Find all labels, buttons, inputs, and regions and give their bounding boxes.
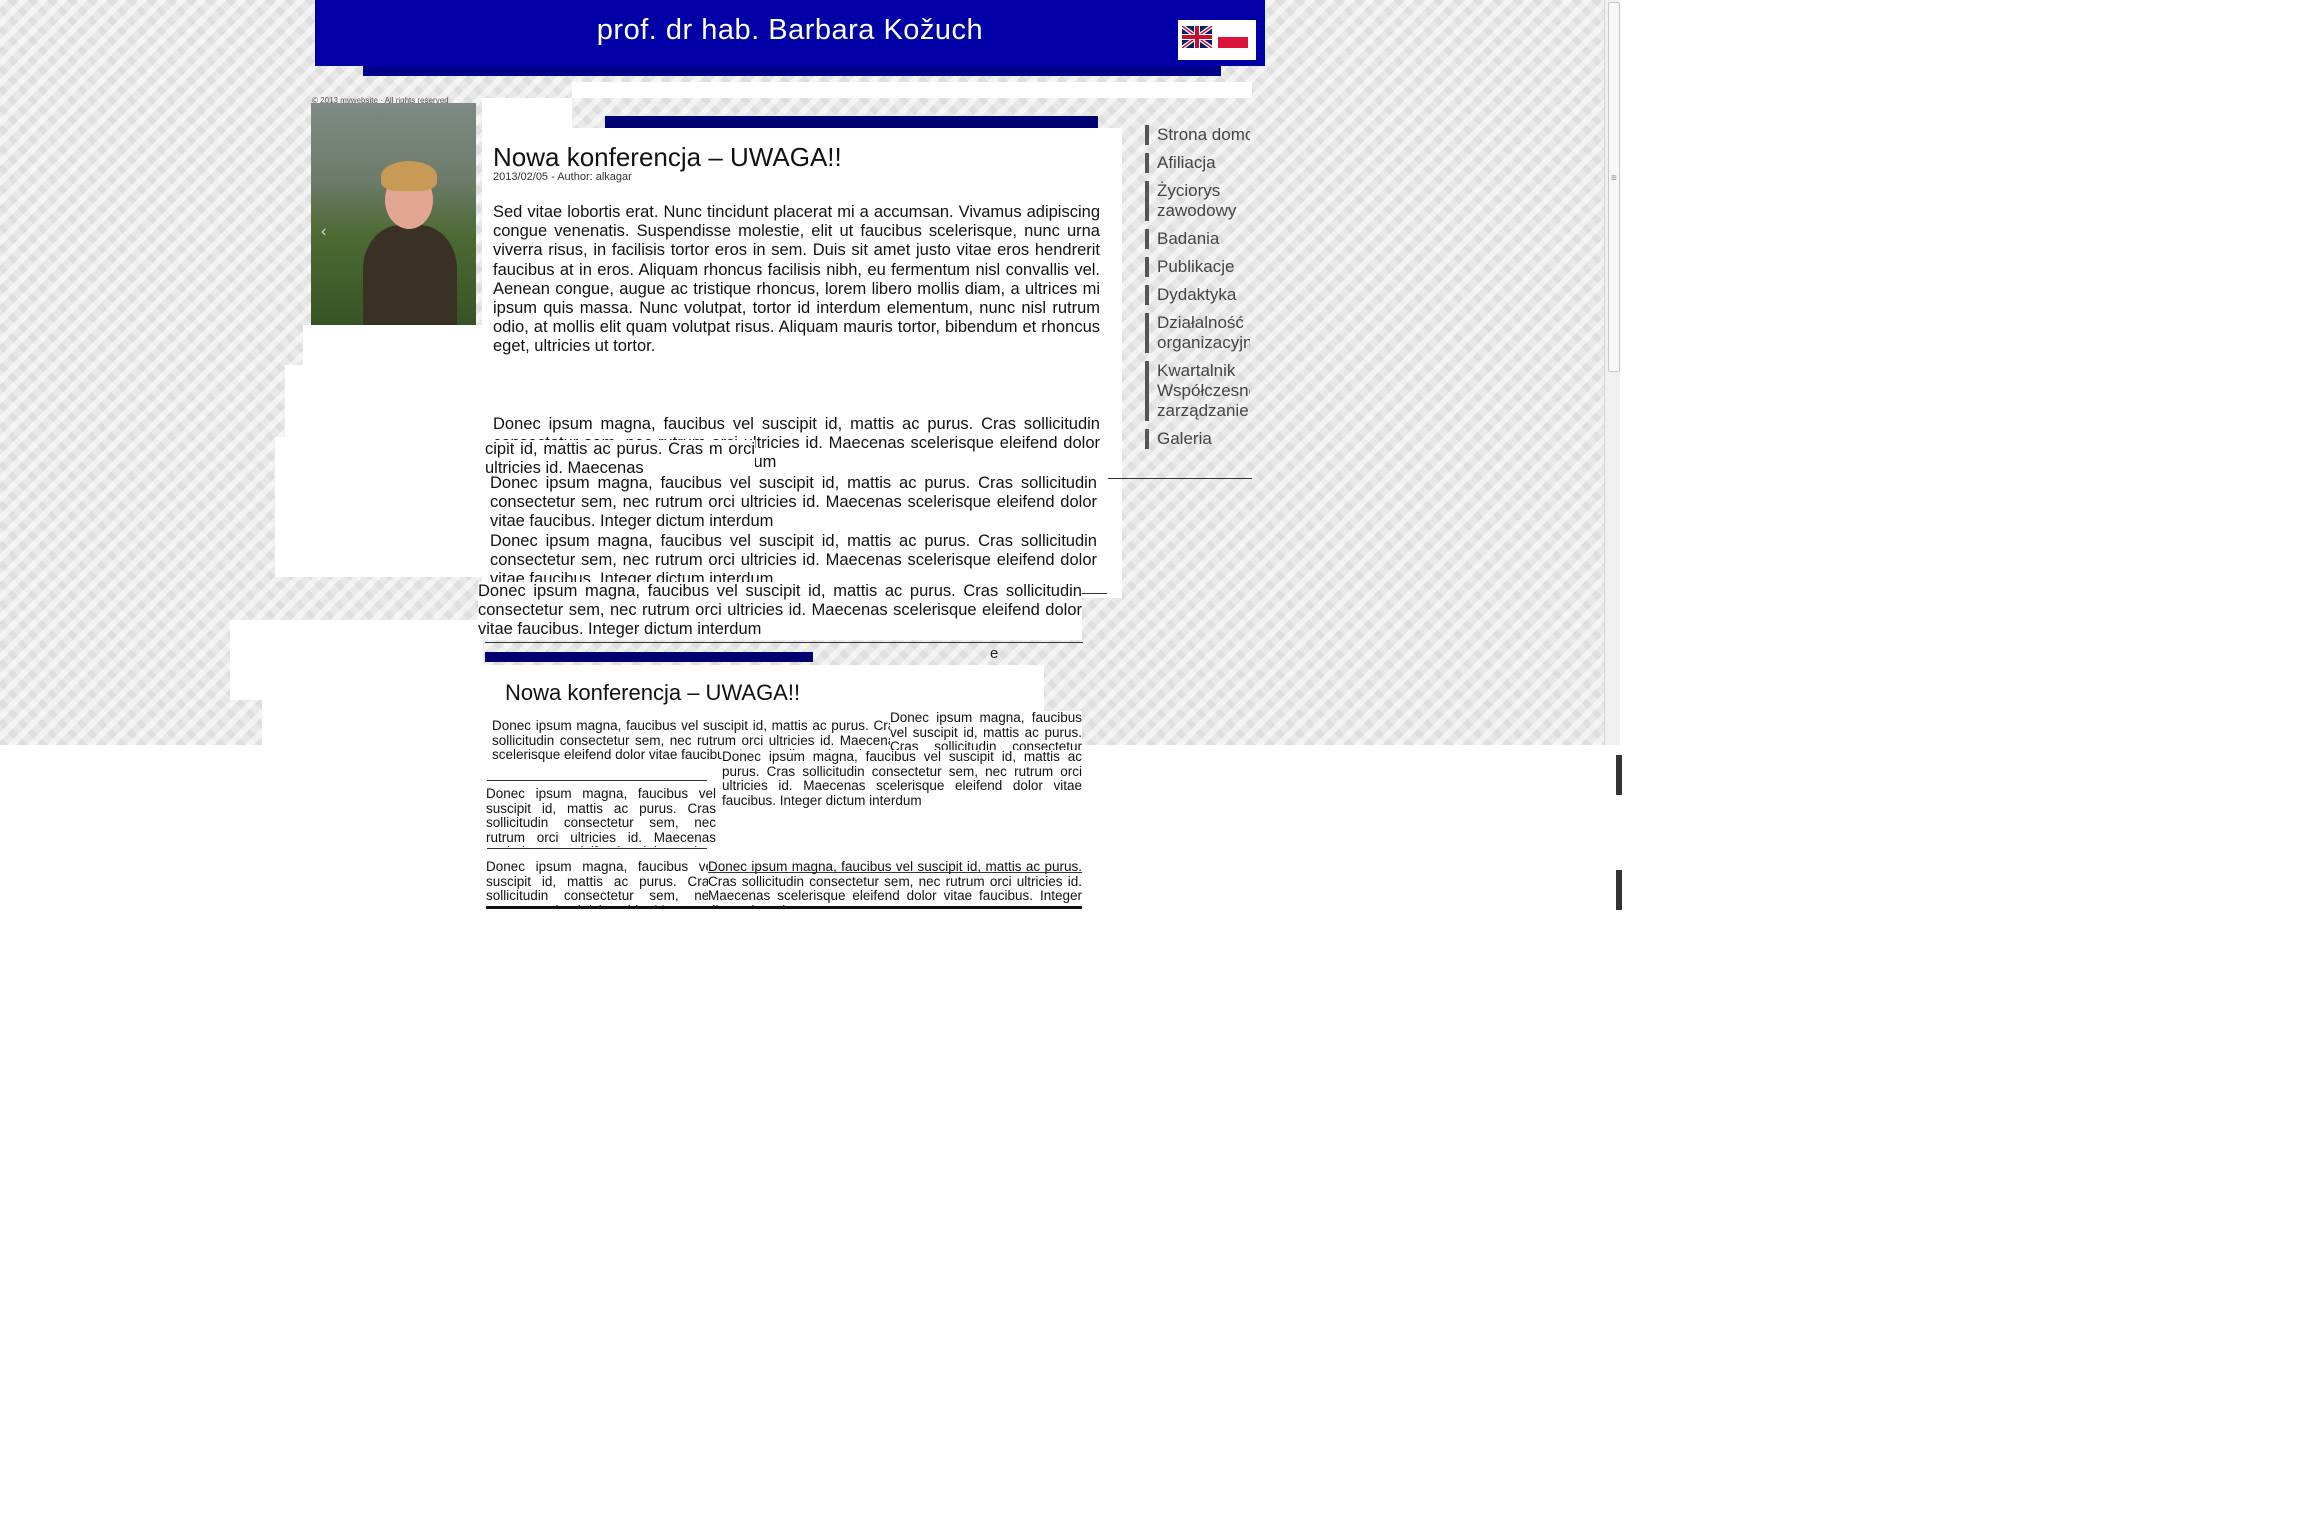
menu-item-organizational[interactable]: Działalność organizacyjna [1145,313,1250,353]
polish-flag-icon[interactable] [1218,26,1248,48]
glitch-strip [303,325,483,365]
english-flag-icon[interactable] [1180,24,1214,50]
copy-paragraph: Donec ipsum magna, faucibus vel suscipit… [486,787,716,847]
stray-text: e [990,645,999,662]
glitch-strip [275,437,483,577]
language-switcher [1178,20,1256,60]
copy-divider [487,848,707,849]
content-bottom-bar [485,652,813,662]
copy-post-title[interactable]: Nowa konferencja – UWAGA!! [505,680,800,706]
copy-paragraph: Donec ipsum magna, faucibus vel suscipit… [890,711,1082,751]
glitch-strip [230,620,483,700]
menu-item-cv[interactable]: Życiorys zawodowy [1145,181,1250,221]
menu-item-publications[interactable]: Publikacje [1145,257,1250,277]
content-top-bar [605,116,1098,128]
post-paragraph-repeat: Donec ipsum magna, faucibus vel suscipit… [490,474,1097,532]
post-paragraph-repeat: Donec ipsum magna, faucibus vel suscipit… [478,582,1082,640]
browser-viewport: prof. dr hab. Barbara Kožuch © 2013 mywe… [0,0,1620,745]
glitch-strip [285,365,483,437]
menu-item-home[interactable]: Strona domowa [1145,125,1250,145]
menu-divider [1108,478,1252,479]
glitch-strip [262,700,483,745]
grip-icon: ≡ [1611,173,1617,184]
chevron-left-icon[interactable]: ‹ [321,223,326,241]
post-meta: 2013/02/05 - Author: alkagar [493,171,632,183]
menu-item-quarterly[interactable]: Kwartalnik Współczesne zarządzanie [1145,361,1250,421]
copy-paragraph: Donec ipsum magna, faucibus vel suscipit… [708,860,1082,908]
photo-body [363,225,457,325]
copy-divider [486,906,1082,909]
post-fragment: cipit id, mattis ac purus. Cras m orci u… [485,440,755,474]
post-title[interactable]: Nowa konferencja – UWAGA!! [493,142,842,173]
photo-hair [381,161,437,191]
copy-divider [708,872,1082,873]
scrollbar-thumb[interactable]: ≡ [1608,2,1620,372]
portrait-photo: ‹ [311,103,476,325]
glitch-strip [482,98,572,128]
post-paragraph-1: Sed vitae lobortis erat. Nunc tincidunt … [493,203,1100,356]
vertical-scrollbar[interactable]: ≡ [1604,0,1620,745]
menu-item-affiliation[interactable]: Afiliacja [1145,153,1250,173]
copy-paragraph: Donec ipsum magna, faucibus vel suscipit… [486,860,716,908]
menu-item-gallery[interactable]: Galeria [1145,429,1250,449]
dark-fragment [1616,870,1622,910]
copy-divider [487,780,707,781]
site-header: prof. dr hab. Barbara Kožuch [315,0,1265,76]
main-menu: Strona domowa Afiliacja Życiorys zawodow… [1145,125,1250,457]
copy-paragraph: Donec ipsum magna, faucibus vel suscipit… [722,750,1082,868]
menu-item-teaching[interactable]: Dydaktyka [1145,285,1250,305]
dark-fragment [1616,755,1622,795]
menu-item-research[interactable]: Badania [1145,229,1250,249]
post-divider [485,642,1083,643]
site-title: prof. dr hab. Barbara Kožuch [596,14,984,46]
header-underbar [363,66,1221,76]
glitch-strip [572,82,1252,98]
